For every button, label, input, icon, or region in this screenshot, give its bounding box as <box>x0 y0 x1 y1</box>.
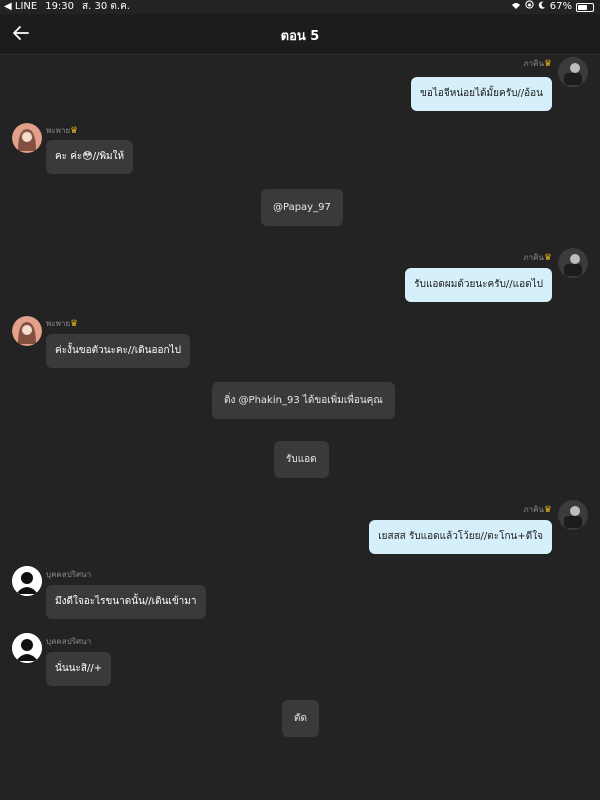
message-bubble[interactable]: มึงดีใจอะไรขนาดนั้น//เดินเข้ามา <box>46 585 206 619</box>
avatar[interactable] <box>558 57 588 87</box>
chat-thread[interactable]: ภาคิน♛ ขอไอจีหน่อยได้มั้ยครับ//อ้อน พะพา… <box>0 55 600 800</box>
lock-rotation-icon <box>525 0 534 14</box>
crown-icon: ♛ <box>70 319 79 329</box>
crown-icon: ♛ <box>543 505 552 515</box>
message-bubble[interactable]: เยสสส รับแอดแล้วโว้ยย//ตะโกน+ดีใจ <box>369 520 552 554</box>
avatar[interactable] <box>12 566 42 596</box>
sender-name: ภาคิน <box>523 59 544 68</box>
sender-name: บุคคลปริศนา <box>46 637 92 646</box>
chat-header: ตอน 5 <box>0 14 600 55</box>
message-bubble[interactable]: รับแอดผมด้วยนะครับ//แอดไป <box>405 268 552 302</box>
system-message[interactable]: @Papay_97 <box>261 189 343 226</box>
message-bubble[interactable]: ค่ะงั้นขอตัวนะคะ//เดินออกไป <box>46 334 190 368</box>
system-message[interactable]: ติ่ง @Phakin_93 ได้ขอเพิ่มเพื่อนคุณ <box>212 382 395 419</box>
message-bubble[interactable]: ขอไอจีหน่อยได้มั้ยครับ//อ้อน <box>411 77 552 111</box>
avatar[interactable] <box>558 248 588 278</box>
sender-name: พะพาย <box>46 319 71 328</box>
avatar[interactable] <box>12 123 42 153</box>
crown-icon: ♛ <box>543 253 552 263</box>
message-bubble[interactable]: คะ ค่ะ😳//พิมให้ <box>46 140 134 174</box>
sender-name: ภาคิน <box>523 505 544 514</box>
page-title: ตอน 5 <box>280 29 320 44</box>
default-user-icon <box>12 633 42 663</box>
sender-name: ภาคิน <box>523 253 544 262</box>
default-user-icon <box>12 566 42 596</box>
moon-icon <box>538 0 546 14</box>
status-bar: ◀ LINE 19:30 ส. 30 ต.ค. 67% <box>0 0 600 14</box>
avatar[interactable] <box>12 633 42 663</box>
avatar[interactable] <box>12 316 42 346</box>
crown-icon: ♛ <box>543 59 552 69</box>
carrier-label: ◀ LINE <box>4 1 38 12</box>
system-message[interactable]: ตัด <box>282 700 319 737</box>
sender-name: บุคคลปริศนา <box>46 570 92 579</box>
avatar[interactable] <box>558 500 588 530</box>
clock: 19:30 <box>45 1 75 12</box>
battery-percentage: 67% <box>549 1 572 12</box>
date-label: ส. 30 ต.ค. <box>82 1 130 12</box>
crown-icon: ♛ <box>70 126 79 136</box>
system-message[interactable]: รับแอด <box>274 441 329 478</box>
battery-icon <box>576 2 594 12</box>
sender-name: พะพาย <box>46 126 71 135</box>
message-bubble[interactable]: นั่นนะสิ//+ <box>46 652 112 686</box>
wifi-icon <box>511 0 521 14</box>
